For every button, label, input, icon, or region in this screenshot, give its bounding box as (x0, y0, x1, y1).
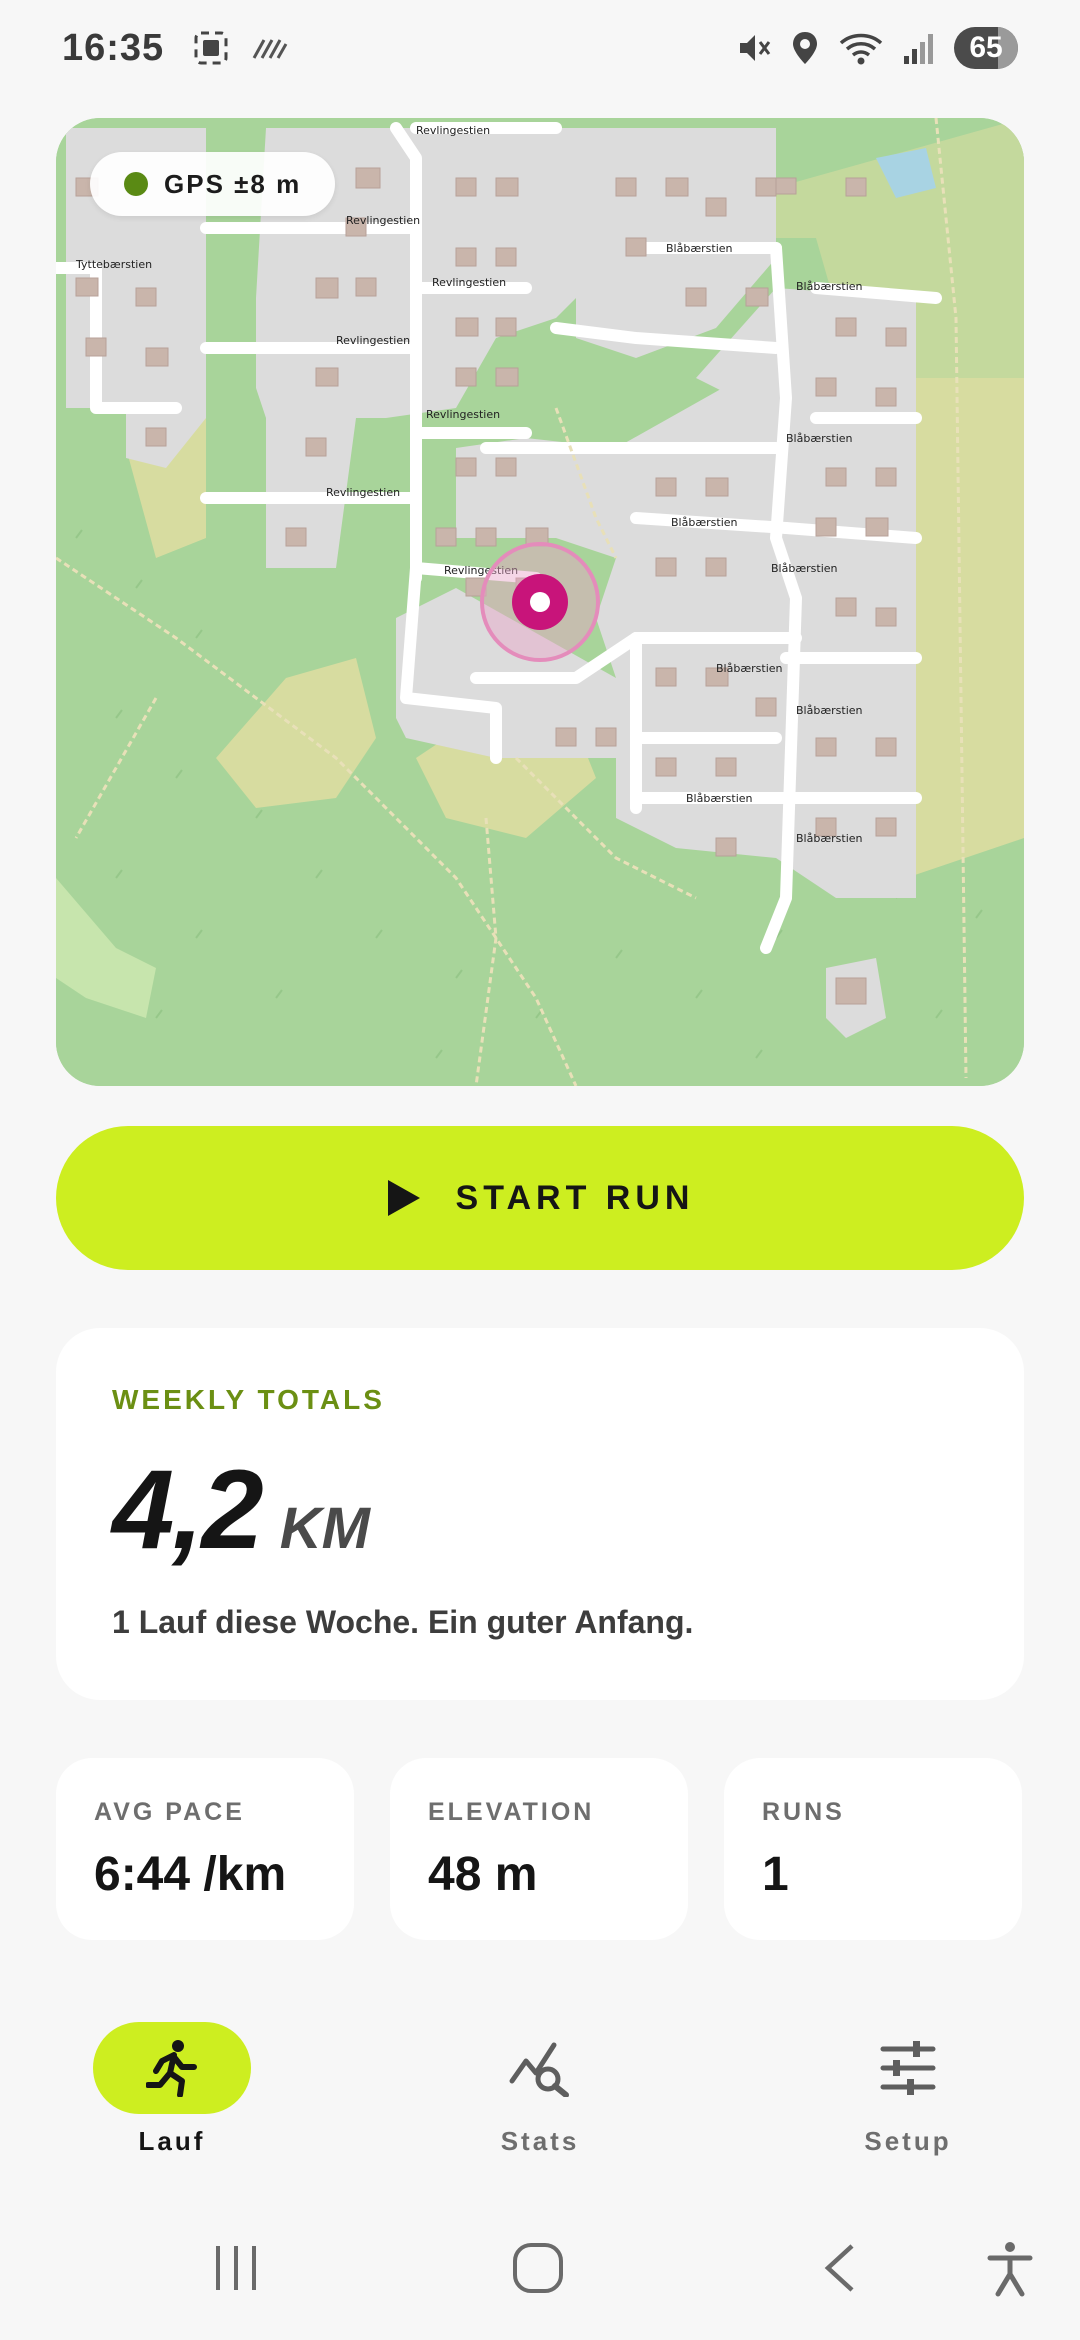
nav-pill-lauf[interactable] (93, 2022, 251, 2114)
nav-item-setup[interactable]: Setup (798, 2022, 1018, 2172)
home-icon[interactable] (510, 2240, 566, 2296)
signal-icon (904, 34, 933, 64)
wifi-icon (839, 33, 883, 65)
metric-avg-pace: AVG PACE 6:44 /km (56, 1758, 354, 1940)
weekly-distance-value: 4,2 (112, 1447, 264, 1572)
start-run-label: START RUN (455, 1178, 695, 1217)
street-label-blabaerstien-9: Blåbærstien (796, 832, 863, 845)
nav-pill-stats[interactable] (461, 2022, 619, 2114)
metric-label: ELEVATION (428, 1798, 595, 1826)
metric-value: 6:44 /km (94, 1848, 287, 1901)
street-label-revlingestien-3: Revlingestien (432, 276, 506, 289)
map-view[interactable]: Revlingestien Revlingestien Revlingestie… (56, 118, 1024, 1086)
play-icon (387, 1180, 420, 1216)
metric-value: 48 m (428, 1848, 538, 1901)
nav-pill-setup[interactable] (829, 2022, 987, 2114)
metric-value: 1 (762, 1848, 789, 1901)
metric-runs: RUNS 1 (724, 1758, 1022, 1940)
start-run-button[interactable]: START RUN (56, 1126, 1024, 1270)
gps-status-text: GPS ±8 m (164, 168, 302, 199)
street-label-revlingestien-5: Revlingestien (426, 408, 500, 421)
street-label-blabaerstien-6: Blåbærstien (716, 662, 783, 675)
mute-icon (740, 35, 771, 61)
weekly-totals-title: WEEKLY TOTALS (112, 1384, 385, 1415)
location-icon (793, 32, 817, 64)
weekly-note: 1 Lauf diese Woche. Ein guter Anfang. (112, 1604, 694, 1640)
metric-label: AVG PACE (94, 1798, 245, 1826)
status-bar: 16:35 65 (0, 0, 1080, 96)
sliders-icon (880, 2041, 936, 2095)
nav-label-stats: Stats (500, 2126, 580, 2156)
back-icon[interactable] (820, 2240, 860, 2296)
street-label-blabaerstien-4: Blåbærstien (671, 516, 738, 529)
metric-elevation: ELEVATION 48 m (390, 1758, 688, 1940)
street-label-blabaerstien-2: Blåbærstien (796, 280, 863, 293)
hatch-icon (252, 39, 288, 59)
gallery-icon (194, 31, 228, 65)
nav-item-lauf[interactable]: Lauf (62, 2022, 282, 2172)
street-label-revlingestien-4: Revlingestien (336, 334, 410, 347)
gps-status-dot (124, 172, 148, 196)
street-label-blabaerstien-7: Blåbærstien (796, 704, 863, 717)
recents-icon[interactable] (212, 2240, 260, 2296)
street-label-revlingestien-2: Revlingestien (346, 214, 420, 227)
nav-label-lauf: Lauf (138, 2126, 206, 2156)
bottom-navigation: Lauf Stats Setup (0, 2010, 1080, 2170)
street-label-blabaerstien-8: Blåbærstien (686, 792, 753, 805)
street-label-tyttebaerstien: Tyttebærstien (75, 258, 152, 271)
street-label-revlingestien-1: Revlingestien (416, 124, 490, 137)
metric-label: RUNS (762, 1798, 845, 1826)
street-label-blabaerstien-5: Blåbærstien (771, 562, 838, 575)
current-location-marker (480, 542, 600, 662)
street-label-blabaerstien-3: Blåbærstien (786, 432, 853, 445)
weekly-distance-unit: KM (279, 1496, 370, 1561)
street-label-revlingestien-6: Revlingestien (326, 486, 400, 499)
map-canvas: Revlingestien Revlingestien Revlingestie… (56, 118, 1024, 1086)
system-navigation-bar (0, 2220, 1080, 2330)
gps-status-pill: GPS ±8 m (90, 152, 336, 216)
status-time: 16:35 (62, 26, 165, 69)
battery-icon: 65 (954, 27, 1018, 69)
weekly-totals-card: WEEKLY TOTALS 4,2 KM 1 Lauf diese Woche.… (56, 1328, 1024, 1700)
runner-icon (146, 2040, 197, 2097)
battery-level: 65 (969, 31, 1003, 64)
nav-item-stats[interactable]: Stats (430, 2022, 650, 2172)
street-label-blabaerstien-1: Blåbærstien (666, 242, 733, 255)
stats-search-icon (509, 2042, 569, 2097)
accessibility-icon[interactable] (986, 2240, 1034, 2298)
nav-label-setup: Setup (864, 2126, 952, 2156)
